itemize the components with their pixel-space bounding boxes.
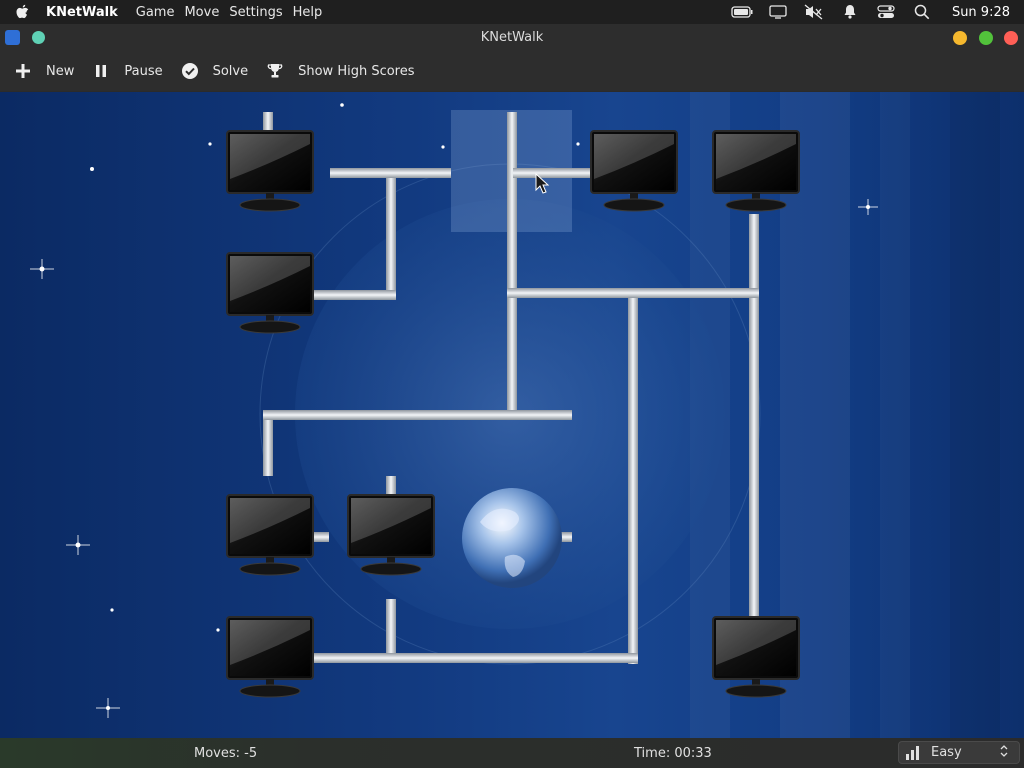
checkmark-circle-icon	[179, 60, 201, 82]
close-button[interactable]	[1004, 31, 1018, 45]
menubar-clock[interactable]: Sun 9:28	[952, 5, 1010, 20]
terminal-icon-7[interactable]	[226, 616, 314, 698]
solve-label: Solve	[212, 63, 249, 79]
difficulty-value: Easy	[931, 745, 962, 760]
app-name-menu[interactable]: KNetWalk	[46, 5, 118, 20]
menu-move[interactable]: Move	[184, 5, 219, 20]
show-high-scores-button[interactable]: Show High Scores	[264, 60, 415, 82]
solve-button[interactable]: Solve	[179, 60, 249, 82]
plus-icon	[12, 60, 34, 82]
difficulty-select[interactable]: Easy	[898, 741, 1020, 764]
terminal-icon-5[interactable]	[226, 494, 314, 576]
moves-counter: Moves: -5	[194, 746, 258, 761]
new-game-label: New	[46, 63, 75, 79]
mute-icon[interactable]	[803, 3, 825, 21]
elapsed-time: Time: 00:33	[634, 746, 712, 761]
menu-settings[interactable]: Settings	[229, 5, 282, 20]
terminal-icon-1[interactable]	[226, 130, 314, 212]
game-board[interactable]	[0, 92, 1024, 738]
chevron-updown-icon	[999, 744, 1013, 762]
terminal-icon-2[interactable]	[590, 130, 678, 212]
minimize-button[interactable]	[953, 31, 967, 45]
pause-button[interactable]: Pause	[90, 60, 163, 82]
notification-bell-icon[interactable]	[839, 3, 861, 21]
pause-icon	[90, 60, 112, 82]
apple-menu-icon[interactable]	[12, 1, 34, 23]
window-title-bar[interactable]: KNetWalk	[0, 24, 1024, 51]
search-icon[interactable]	[911, 3, 933, 21]
terminal-icon-4[interactable]	[226, 252, 314, 334]
trophy-icon	[264, 60, 286, 82]
toolbar: New Pause Solve Show High Scores	[0, 51, 1024, 91]
window-title: KNetWalk	[480, 30, 544, 45]
difficulty-bars-icon	[905, 745, 921, 760]
show-high-scores-label: Show High Scores	[298, 63, 415, 79]
menu-game[interactable]: Game	[136, 5, 175, 20]
menu-help[interactable]: Help	[293, 5, 323, 20]
server-globe-icon[interactable]	[462, 488, 562, 588]
new-game-button[interactable]: New	[12, 60, 74, 82]
menu-bar: KNetWalk Game Move Settings Help Sun 9:2…	[0, 0, 1024, 24]
pause-label: Pause	[124, 63, 163, 79]
display-icon[interactable]	[767, 3, 789, 21]
status-bar: Moves: -5 Time: 00:33 Easy	[0, 738, 1024, 768]
control-center-icon[interactable]	[875, 3, 897, 21]
battery-icon[interactable]	[731, 3, 753, 21]
board-canvas[interactable]	[0, 92, 1024, 738]
maximize-button[interactable]	[979, 31, 993, 45]
